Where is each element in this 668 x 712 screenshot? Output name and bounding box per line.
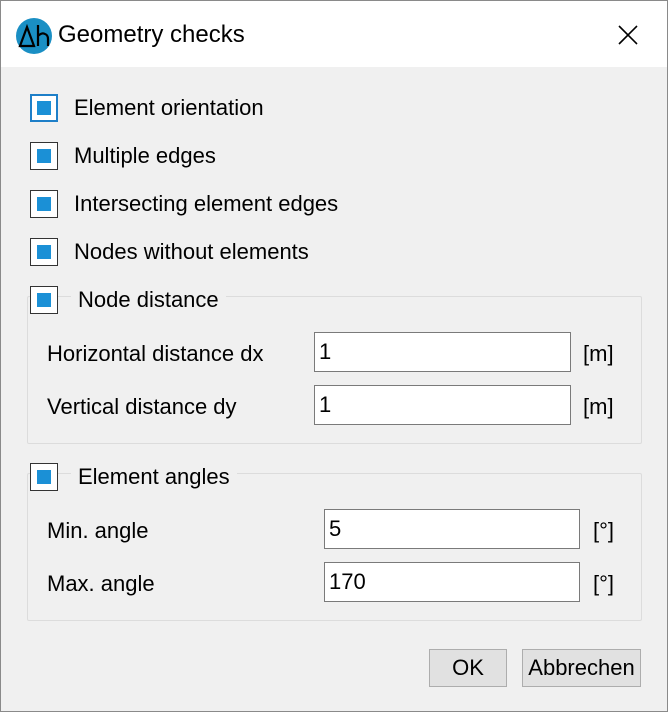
unit-min-angle: [°]: [593, 518, 615, 543]
checkbox-intersecting-element-edges[interactable]: [30, 190, 58, 218]
label-horizontal-distance: Horizontal distance dx: [47, 341, 264, 366]
geometry-checks-dialog: Geometry checks Element orientation Mult…: [0, 0, 668, 712]
dialog-title: Geometry checks: [58, 21, 245, 48]
unit-max-angle: [°]: [593, 571, 615, 596]
label-vertical-distance: Vertical distance dy: [47, 394, 237, 419]
ok-button[interactable]: OK: [429, 649, 507, 687]
label-element-orientation: Element orientation: [74, 95, 264, 120]
checkbox-node-distance[interactable]: [30, 286, 58, 314]
unit-horizontal-distance: [m]: [583, 341, 614, 366]
cancel-button[interactable]: Abbrechen: [522, 649, 641, 687]
vertical-distance-input[interactable]: [314, 385, 571, 425]
checkbox-nodes-without-elements[interactable]: [30, 238, 58, 266]
min-angle-input[interactable]: [324, 509, 580, 549]
unit-vertical-distance: [m]: [583, 394, 614, 419]
title-bar: Geometry checks: [1, 1, 667, 67]
label-element-angles: Element angles: [71, 464, 237, 490]
label-min-angle: Min. angle: [47, 518, 149, 543]
close-icon: [618, 25, 638, 45]
checkbox-checked-mark: [37, 293, 51, 307]
label-intersecting-element-edges: Intersecting element edges: [74, 191, 339, 216]
checkbox-checked-mark: [37, 149, 51, 163]
checkbox-checked-mark: [37, 197, 51, 211]
checkbox-checked-mark: [37, 470, 51, 484]
label-node-distance: Node distance: [71, 287, 226, 313]
close-button[interactable]: [607, 15, 649, 55]
delta-h-icon: [16, 18, 52, 54]
label-max-angle: Max. angle: [47, 571, 155, 596]
max-angle-input[interactable]: [324, 562, 580, 602]
label-nodes-without-elements: Nodes without elements: [74, 239, 309, 264]
checkbox-element-orientation[interactable]: [30, 94, 58, 122]
checkbox-checked-mark: [37, 101, 51, 115]
label-multiple-edges: Multiple edges: [74, 143, 216, 168]
checkbox-checked-mark: [37, 245, 51, 259]
horizontal-distance-input[interactable]: [314, 332, 571, 372]
checkbox-element-angles[interactable]: [30, 463, 58, 491]
checkbox-multiple-edges[interactable]: [30, 142, 58, 170]
